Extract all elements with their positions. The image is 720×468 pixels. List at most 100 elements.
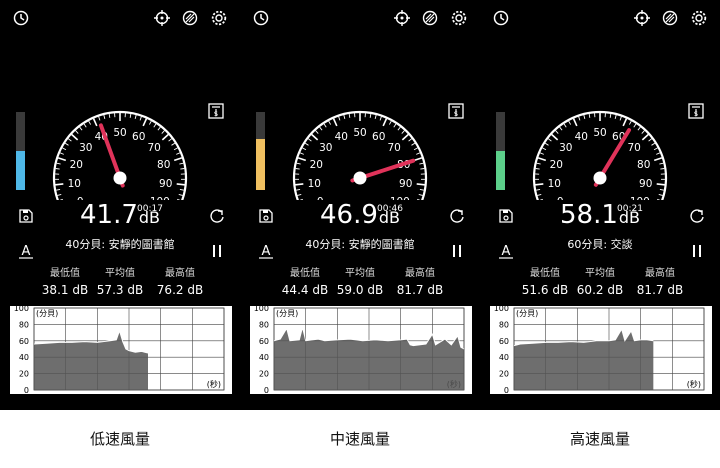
gauge-tick-label: 30 [79,142,92,154]
gauge-major-tick [295,183,304,186]
gauge-tick-label: 30 [559,142,572,154]
reset-icon[interactable] [688,207,706,225]
chart-y-tick: 0 [264,386,269,395]
gear-icon[interactable] [450,9,468,27]
gauge-minor-tick [583,114,586,120]
gauge-minor-tick [62,147,67,151]
gauge-major-tick [535,183,544,186]
gauge-minor-tick [614,114,617,120]
chart-y-tick: 80 [19,320,29,329]
gauge-tick-label: 50 [353,127,366,139]
reference-description: 40分貝: 安靜的圖書館 [305,238,415,251]
tile-icon[interactable] [661,9,679,27]
gauge-tick-label: 90 [639,178,652,190]
gauge-minor-tick [129,113,132,118]
gauge-minor-tick [75,130,79,134]
gauge-minor-tick [544,142,549,146]
chart-x-tick: 30 [219,395,229,404]
chart-x-label: (秒) [207,379,221,389]
tile-icon[interactable] [181,9,199,27]
gauge-minor-tick [619,116,622,121]
gauge-minor-tick [59,152,64,155]
chart-x-tick: 20 [636,395,646,404]
pause-icon[interactable] [688,242,706,260]
gauge-minor-tick [369,113,372,118]
chart-x-tick: 20 [156,395,166,404]
gauge-minor-tick [180,168,185,170]
gauge-major-tick [57,157,67,162]
gauge-hub [593,171,607,185]
reset-icon[interactable] [208,207,226,225]
history-icon[interactable] [252,9,270,27]
crosshair-icon[interactable] [153,9,171,27]
chart-x-tick: 25 [667,395,677,404]
gauge-minor-tick [659,188,664,191]
gauge-minor-tick [307,138,312,142]
chart-x-tick: 5 [543,395,548,404]
reference-description: 40分貝: 安靜的圖書館 [65,238,175,251]
chart-x-tick: 0 [31,395,36,404]
tile-icon[interactable] [421,9,439,27]
gauge-minor-tick [297,193,302,196]
gauge-major-tick [142,118,148,127]
gauge-major-tick [92,118,98,127]
crosshair-icon[interactable] [393,9,411,27]
gauge-minor-tick [653,147,658,151]
gauge-minor-tick [148,120,152,125]
meter-screen-mid: $ 0102030405060708090100 46.9dB 00:46 A … [240,0,480,410]
gauge-minor-tick [542,147,547,151]
gauge-minor-tick [139,116,142,121]
history-icon[interactable] [12,9,30,27]
gauge-major-tick [416,183,425,186]
chart-x-tick: 25 [427,395,437,404]
gauge-tick-label: 70 [387,142,400,154]
gauge-tick-label: 40 [335,131,348,143]
reset-icon[interactable] [448,207,466,225]
gauge-minor-tick [88,120,92,125]
chart-x-tick: 30 [699,395,709,404]
gear-icon[interactable] [210,9,228,27]
gauge-minor-tick [79,126,83,131]
gauge-minor-tick [568,120,572,125]
gauge-minor-tick [168,138,173,142]
gauge-tick-label: 30 [319,142,332,154]
gauge-minor-tick [539,152,544,155]
gauge-minor-tick [302,147,307,151]
gauge-minor-tick [171,142,176,146]
history-icon[interactable] [492,9,510,27]
pause-icon[interactable] [448,242,466,260]
gauge-major-tick [173,157,183,162]
chart-y-label: (分貝) [516,309,538,318]
gauge-minor-tick [328,120,332,125]
gauge-minor-tick [563,123,567,128]
decibel-readout: 58.1dB [480,200,720,230]
chart-y-tick: 60 [499,337,509,346]
chart-y-label: (分貝) [36,309,58,318]
gauge-minor-tick [408,138,413,142]
gauge-tick-label: 20 [550,159,563,171]
gear-icon[interactable] [690,9,708,27]
gauge-minor-tick [388,120,392,125]
elapsed-time: 00:21 [617,204,643,214]
gauge-major-tick [413,157,423,162]
gauge-tick-label: 80 [157,159,170,171]
gauge-minor-tick [103,114,106,120]
gauge-minor-tick [173,147,178,151]
gauge-minor-tick [296,162,301,165]
chart-x-tick: 20 [396,395,406,404]
gauge-minor-tick [419,188,424,191]
chart-y-tick: 20 [19,370,29,379]
reference-description: 60分貝: 交談 [567,238,633,251]
pause-icon[interactable] [208,242,226,260]
chart-y-label: (分貝) [276,309,298,318]
chart-x-tick: 15 [604,395,614,404]
gauge-tick-label: 90 [159,178,172,190]
gauge-minor-tick [609,113,612,118]
gauge-minor-tick [578,116,581,121]
gauge-tick-label: 50 [113,127,126,139]
gauge-minor-tick [628,120,632,125]
gauge-tick-label: 60 [132,131,145,143]
crosshair-icon[interactable] [633,9,651,27]
gauge-tick-label: 20 [70,159,83,171]
gauge-minor-tick [338,116,341,121]
